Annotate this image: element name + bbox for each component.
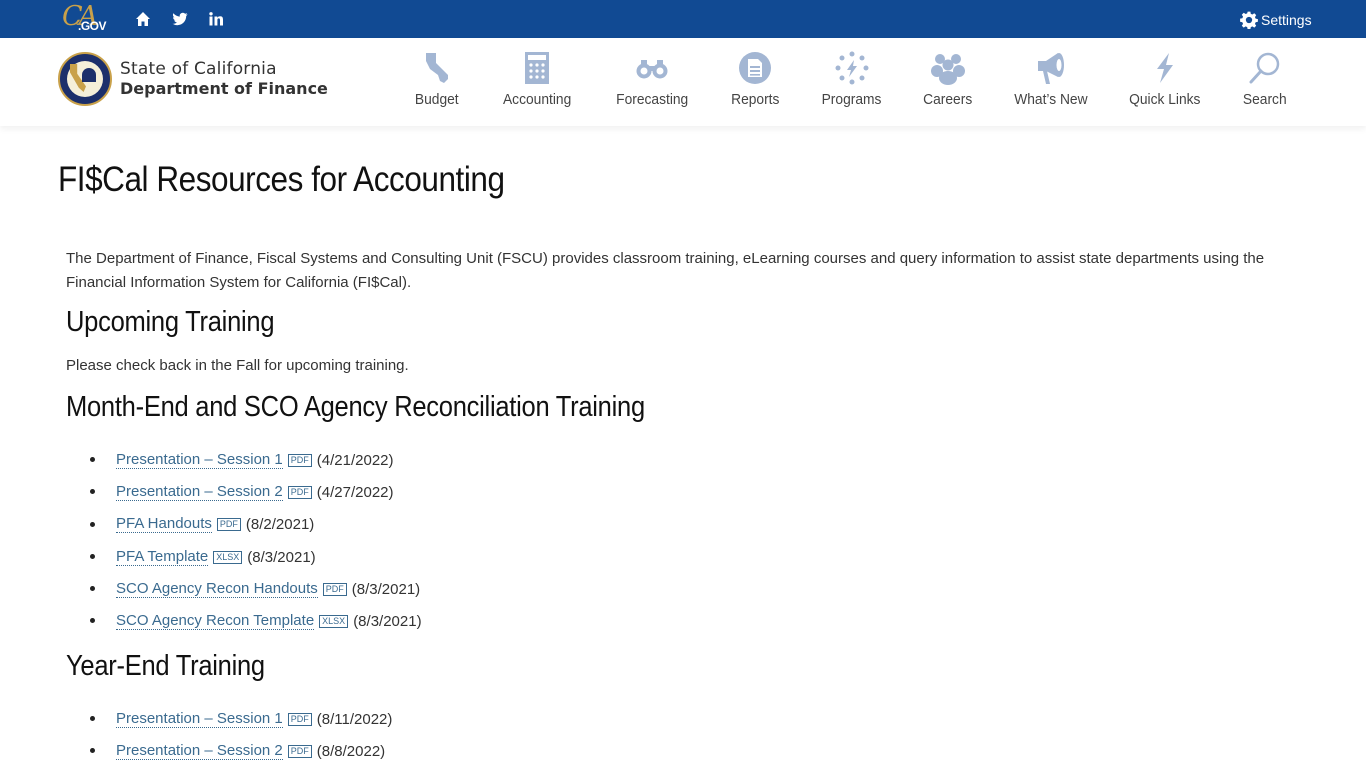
twitter-icon[interactable] [171, 10, 189, 28]
nav-forecasting[interactable]: Forecasting [611, 38, 693, 126]
cagov-logo-gov: .GOV [78, 19, 107, 33]
year-end-document-list: Presentation – Session 1 PDF (8/11/2022) P… [90, 703, 392, 768]
document-link[interactable]: Presentation – Session 2 [116, 742, 283, 760]
document-date: (8/2/2021) [245, 516, 315, 534]
list-item: Presentation – Session 2 PDF (4/27/2022) [90, 476, 422, 508]
list-item: Presentation – Session 1 PDF (4/21/2022) [90, 444, 422, 476]
list-item: Presentation – Session 1 PDF (8/11/2022) [90, 703, 392, 735]
dof-seal-logo [58, 52, 112, 106]
nav-budget[interactable]: Budget [412, 38, 462, 126]
document-date: (8/8/2022) [316, 742, 386, 760]
programs-icon [834, 50, 870, 86]
nav-label: Search [1243, 91, 1287, 108]
nav-accounting[interactable]: Accounting [497, 38, 577, 126]
intro-paragraph: The Department of Finance, Fiscal System… [66, 250, 1265, 291]
nav-whats-new[interactable]: What’s New [1012, 38, 1090, 126]
nav-label: Programs [822, 91, 882, 108]
heading-month-end-training: Month-End and SCO Agency Reconciliation … [66, 391, 645, 423]
document-date: (8/3/2021) [353, 613, 422, 631]
list-item: SCO Agency Recon Template XLSX (8/3/2021) [90, 605, 422, 637]
document-link[interactable]: SCO Agency Recon Handouts [116, 580, 318, 598]
nav-careers[interactable]: Careers [920, 38, 976, 126]
document-date: (8/3/2021) [247, 548, 316, 566]
list-item: PFA Handouts PDF (8/2/2021) [90, 509, 422, 541]
heading-upcoming-training: Upcoming Training [66, 306, 275, 338]
nav-label: What’s New [1014, 91, 1088, 108]
nav-label: Reports [730, 91, 780, 108]
list-item: PFA Template XLSX (8/3/2021) [90, 541, 422, 573]
linkedin-icon[interactable] [207, 10, 225, 28]
upcoming-training-text: Please check back in the Fall for upcomi… [66, 357, 409, 374]
page-title: FI$Cal Resources for Accounting [58, 160, 505, 199]
nav-search[interactable]: Search [1238, 38, 1292, 126]
california-icon [419, 50, 455, 86]
file-type-badge: PDF [287, 744, 312, 758]
list-item: Presentation – Session 2 PDF (8/8/2022) [90, 735, 392, 767]
nav-label: Quick Links [1129, 91, 1201, 108]
people-icon [930, 50, 966, 86]
search-icon [1247, 50, 1283, 86]
lightning-icon [1147, 50, 1183, 86]
main-header: State of California Department of Financ… [0, 38, 1366, 126]
file-type-badge: PDF [322, 582, 347, 596]
binoculars-icon [634, 50, 670, 86]
document-link[interactable]: Presentation – Session 2 [116, 483, 283, 501]
nav-label: Careers [923, 91, 973, 108]
nav-label: Budget [415, 91, 459, 108]
nav-programs[interactable]: Programs [818, 38, 886, 126]
nav-quick-links[interactable]: Quick Links [1126, 38, 1204, 126]
brand-state: State of California [120, 59, 277, 79]
home-icon[interactable] [134, 10, 152, 28]
document-date: (8/11/2022) [316, 710, 393, 728]
nav-label: Forecasting [615, 91, 689, 108]
document-date: (8/3/2021) [351, 580, 421, 598]
document-link[interactable]: Presentation – Session 1 [116, 451, 283, 469]
calculator-icon [519, 50, 555, 86]
megaphone-icon [1033, 50, 1069, 86]
utility-bar: CA .GOV Settings [0, 0, 1366, 38]
document-link[interactable]: PFA Handouts [116, 516, 212, 534]
file-type-badge: PDF [287, 712, 312, 726]
dof-branding-link[interactable]: State of California Department of Financ… [58, 52, 328, 106]
brand-department: Department of Finance [120, 79, 328, 98]
list-item: SCO Agency Recon Handouts PDF (8/3/2021) [90, 573, 422, 605]
file-type-badge: PDF [287, 453, 312, 467]
file-type-badge: PDF [287, 485, 312, 499]
settings-button[interactable]: Settings [1240, 10, 1312, 30]
nav-reports[interactable]: Reports [727, 38, 783, 126]
heading-year-end-training: Year-End Training [66, 650, 265, 682]
file-type-badge: PDF [216, 518, 241, 532]
document-link[interactable]: SCO Agency Recon Template [116, 613, 315, 631]
month-end-document-list: Presentation – Session 1 PDF (4/21/2022) P… [90, 444, 422, 638]
report-icon [737, 50, 773, 86]
document-date: (4/27/2022) [316, 483, 394, 501]
file-type-badge: XLSX [213, 550, 243, 564]
file-type-badge: XLSX [319, 615, 349, 629]
cagov-logo[interactable]: CA .GOV [62, 1, 108, 35]
gear-icon [1240, 11, 1258, 29]
settings-label: Settings [1261, 12, 1312, 28]
document-date: (4/21/2022) [316, 451, 394, 469]
document-link[interactable]: PFA Template [116, 548, 209, 566]
nav-label: Accounting [502, 91, 572, 108]
document-link[interactable]: Presentation – Session 1 [116, 710, 283, 728]
